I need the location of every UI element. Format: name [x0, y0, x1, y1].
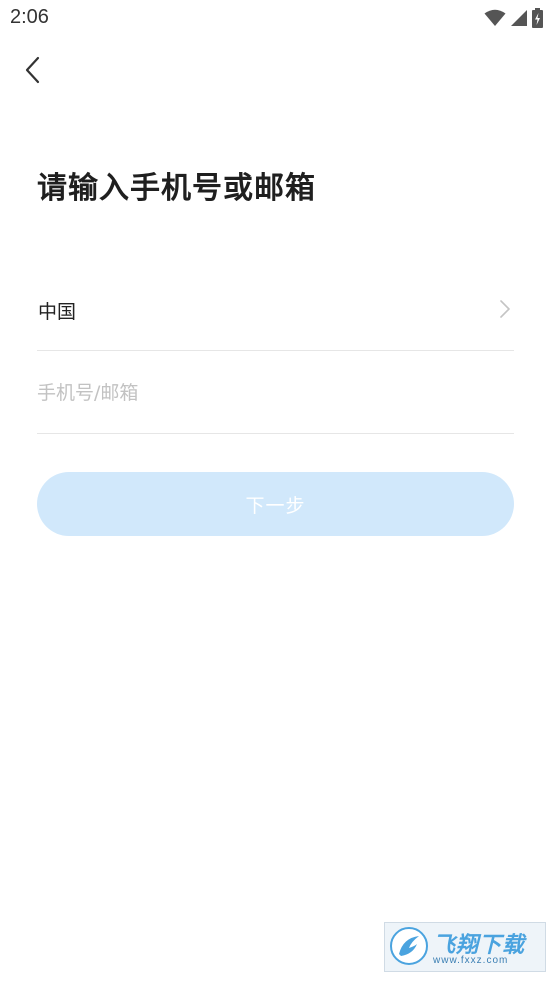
next-button[interactable]: 下一步 — [37, 472, 514, 536]
status-time: 2:06 — [10, 6, 49, 28]
status-bar: 2:06 — [0, 0, 551, 38]
watermark: 飞翔下载 www.fxxz.com — [384, 922, 546, 972]
wifi-icon — [484, 9, 506, 26]
region-label: 中国 — [38, 301, 77, 323]
status-icons — [484, 7, 543, 29]
page-title: 请输入手机号或邮箱 — [37, 171, 316, 206]
signal-icon — [511, 10, 527, 26]
chevron-left-icon — [25, 56, 40, 84]
back-button[interactable] — [14, 50, 50, 90]
phone-or-email-input[interactable] — [37, 373, 514, 413]
chevron-right-icon — [500, 300, 510, 318]
region-selector[interactable]: 中国 — [37, 278, 514, 351]
battery-charging-icon — [532, 8, 543, 28]
account-field-row — [37, 351, 514, 434]
watermark-url: www.fxxz.com — [433, 955, 509, 966]
watermark-logo-icon — [390, 927, 428, 965]
